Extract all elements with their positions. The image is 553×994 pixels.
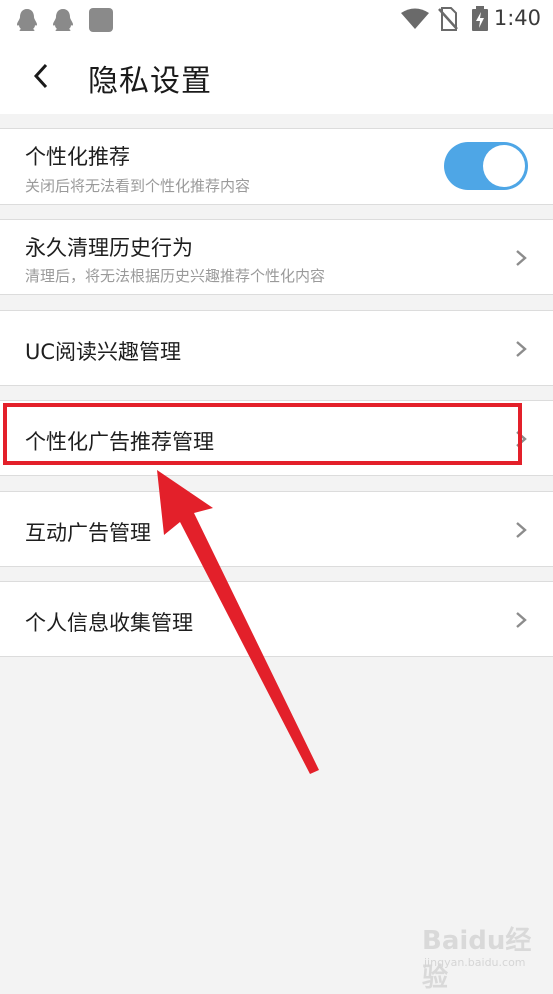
- qq-penguin-icon: [17, 9, 37, 31]
- setting-clear-history[interactable]: 永久清理历史行为 清理后，将无法根据历史兴趣推荐个性化内容: [0, 219, 553, 295]
- setting-title: UC阅读兴趣管理: [25, 340, 182, 364]
- status-bar: 1:40: [0, 0, 553, 38]
- setting-title: 个性化推荐: [25, 145, 130, 169]
- toggle-knob: [483, 145, 525, 187]
- chevron-left-icon[interactable]: [30, 62, 52, 90]
- setting-subtitle: 清理后，将无法根据历史兴趣推荐个性化内容: [25, 267, 326, 285]
- recommendation-toggle[interactable]: [444, 142, 528, 190]
- setting-title: 互动广告管理: [25, 521, 151, 545]
- chevron-right-icon: [516, 250, 527, 266]
- battery-charging-icon: [472, 6, 488, 31]
- watermark-url: jingyan.baidu.com: [424, 956, 526, 969]
- setting-personalized-ads[interactable]: 个性化广告推荐管理: [0, 400, 553, 476]
- setting-title: 永久清理历史行为: [25, 236, 193, 260]
- setting-personalized-recommendation[interactable]: 个性化推荐 关闭后将无法看到个性化推荐内容: [0, 128, 553, 205]
- setting-subtitle: 关闭后将无法看到个性化推荐内容: [25, 177, 251, 195]
- setting-personal-info-collection[interactable]: 个人信息收集管理: [0, 581, 553, 657]
- no-sim-icon: [438, 7, 458, 31]
- chevron-right-icon: [516, 612, 527, 628]
- setting-title: 个性化广告推荐管理: [25, 430, 214, 454]
- page-title: 隐私设置: [88, 64, 212, 99]
- setting-interactive-ads[interactable]: 互动广告管理: [0, 491, 553, 567]
- chevron-right-icon: [516, 341, 527, 357]
- wifi-icon: [401, 8, 429, 29]
- clock: 1:40: [493, 6, 541, 30]
- setting-uc-reading-interest[interactable]: UC阅读兴趣管理: [0, 310, 553, 386]
- baidu-jingyan-watermark: Baidu经验 jingyan.baidu.com: [420, 920, 540, 993]
- setting-title: 个人信息收集管理: [25, 611, 193, 635]
- chevron-right-icon: [516, 431, 527, 447]
- app-header: 隐私设置: [0, 38, 553, 114]
- qq-penguin-icon: [53, 9, 73, 31]
- app-square-icon: [89, 8, 113, 32]
- chevron-right-icon: [516, 522, 527, 538]
